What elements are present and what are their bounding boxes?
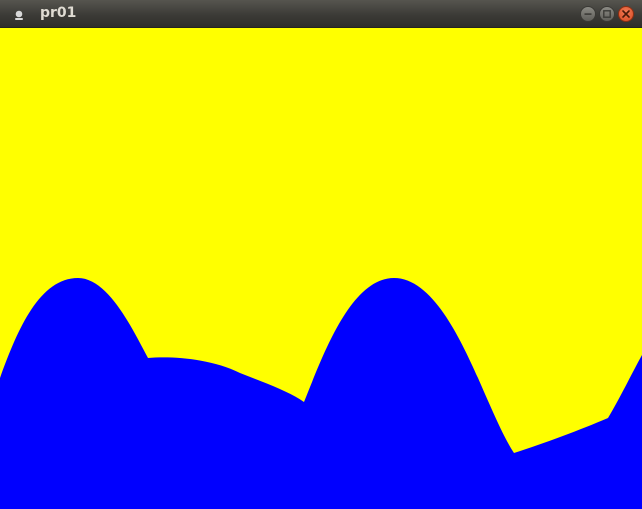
window-controls [580, 6, 634, 22]
app-icon [15, 10, 23, 20]
close-button[interactable] [618, 6, 634, 22]
canvas-area[interactable] [0, 28, 642, 509]
close-icon [622, 10, 630, 18]
minimize-icon [584, 13, 592, 15]
window-title: pr01 [40, 5, 77, 21]
title-bar[interactable]: pr01 [0, 0, 642, 28]
terrain-canvas [0, 28, 642, 509]
minimize-button[interactable] [580, 6, 596, 22]
app-window: pr01 [0, 0, 642, 509]
maximize-icon [603, 10, 611, 18]
maximize-button[interactable] [599, 6, 615, 22]
